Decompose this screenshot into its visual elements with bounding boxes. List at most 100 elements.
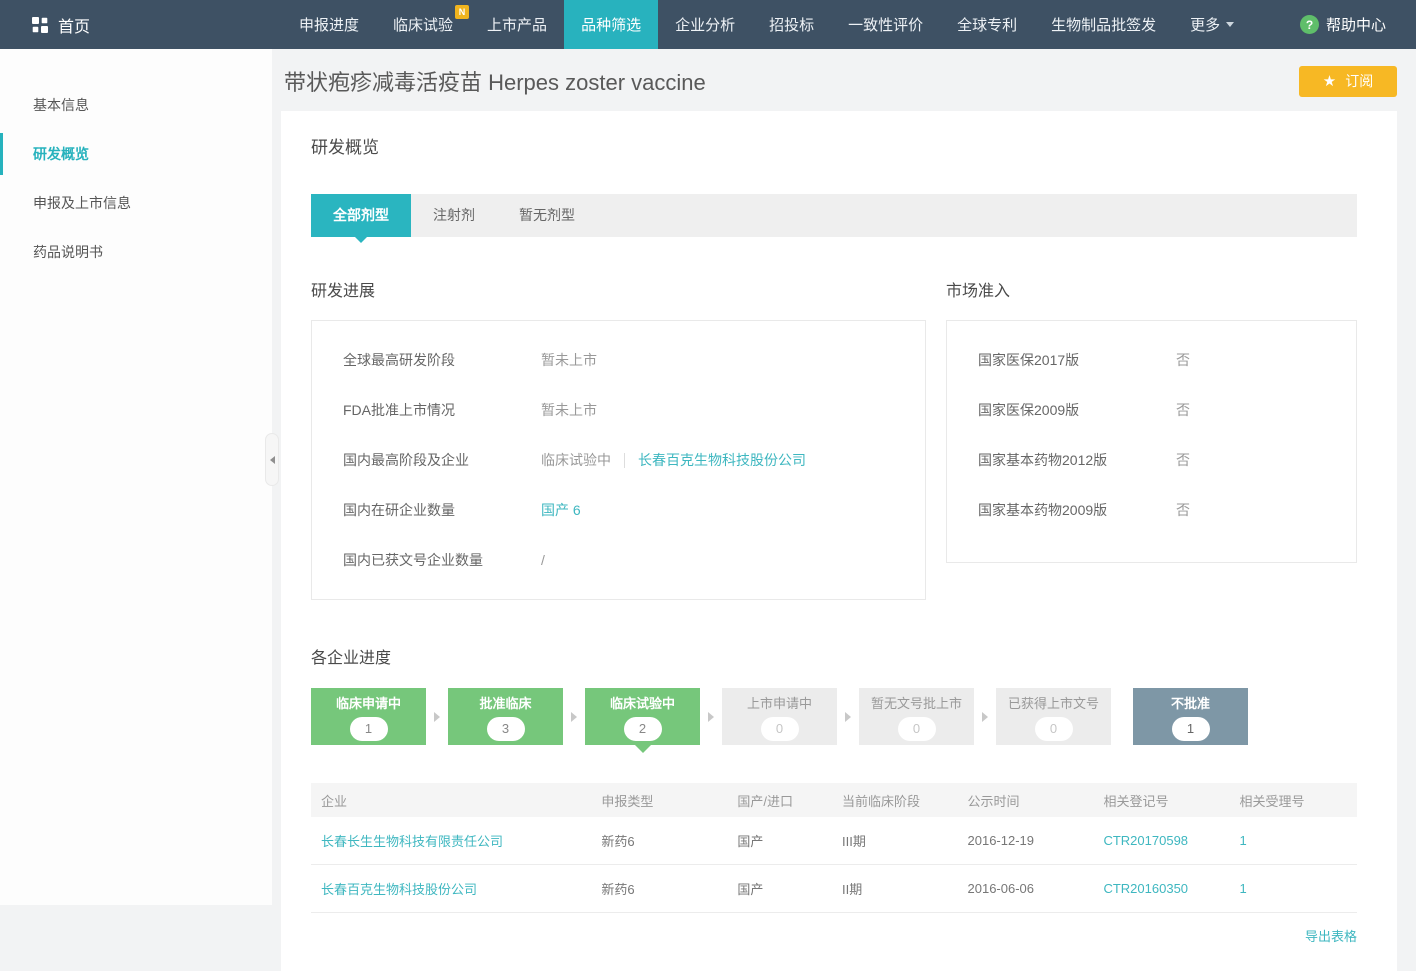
cell-origin: 国产 (729, 817, 834, 865)
info-label: 国家基本药物2012版 (978, 450, 1176, 470)
vertical-divider (624, 453, 625, 468)
tab-no-dosage-form[interactable]: 暂无剂型 (497, 194, 597, 237)
tab-all-dosage-forms[interactable]: 全部剂型 (311, 194, 411, 237)
flow-step-license-obtained[interactable]: 已获得上市文号 0 (996, 688, 1111, 745)
rd-progress-box: 全球最高研发阶段 暂未上市 FDA批准上市情况 暂未上市 国内最高阶段及企业 临… (311, 320, 926, 600)
nav-item-more[interactable]: 更多 (1173, 0, 1251, 49)
flow-step-label: 批准临床 (479, 693, 531, 712)
flow-step-label: 临床申请中 (336, 693, 401, 712)
info-label: 国内最高阶段及企业 (343, 450, 541, 470)
cell-publish-date: 2016-06-06 (960, 865, 1096, 913)
info-row: 国内已获文号企业数量 / (312, 535, 925, 585)
subscribe-button[interactable]: ★ 订阅 (1299, 66, 1397, 97)
company-link[interactable]: 长春长生生物科技有限责任公司 (321, 834, 503, 849)
help-center-label: 帮助中心 (1326, 14, 1386, 35)
company-link[interactable]: 长春百克生物科技股份公司 (321, 882, 477, 897)
flow-step-count: 0 (761, 717, 799, 741)
info-row: 国家基本药物2012版 否 (947, 435, 1356, 485)
info-row: 国家医保2017版 否 (947, 335, 1356, 385)
flow-step-count: 3 (487, 717, 525, 741)
table-row: 长春长生生物科技有限责任公司 新药6 国产 III期 2016-12-19 CT… (311, 817, 1357, 865)
flow-step-not-approved[interactable]: 不批准 1 (1133, 688, 1248, 745)
cell-declaration-type: 新药6 (593, 865, 729, 913)
col-header-clinical-phase: 当前临床阶段 (834, 783, 960, 817)
subscribe-label: 订阅 (1345, 71, 1373, 91)
help-center-button[interactable]: ? 帮助中心 (1270, 0, 1416, 49)
sidebar-item-basic-info[interactable]: 基本信息 (0, 84, 272, 126)
nav-item-declaration-progress[interactable]: 申报进度 (282, 0, 376, 49)
arrow-right-icon (845, 712, 851, 722)
info-value: 暂未上市 (541, 350, 597, 370)
flow-step-market-application[interactable]: 上市申请中 0 (722, 688, 837, 745)
flow-step-label: 临床试验中 (610, 693, 675, 712)
sidebar-item-rd-overview[interactable]: 研发概览 (0, 133, 272, 175)
info-value: 否 (1176, 400, 1190, 420)
nav-item-biologics-batch-release[interactable]: 生物制品批签发 (1034, 0, 1173, 49)
nav-item-clinical-trials-label: 临床试验 (393, 14, 453, 35)
nav-item-global-patents[interactable]: 全球专利 (940, 0, 1034, 49)
content-card: 研发概览 全部剂型 注射剂 暂无剂型 研发进展 全球最高研发阶段 暂未上市 (281, 111, 1397, 971)
nav-item-more-label: 更多 (1190, 14, 1220, 35)
arrow-right-icon (434, 712, 440, 722)
arrow-right-icon (708, 712, 714, 722)
info-row: 国内最高阶段及企业 临床试验中 长春百克生物科技股份公司 (312, 435, 925, 485)
export-table-link[interactable]: 导出表格 (1305, 929, 1357, 944)
page-title: 带状疱疹减毒活疫苗 Herpes zoster vaccine (284, 65, 706, 97)
top-navbar: 首页 申报进度 临床试验 N 上市产品 品种筛选 企业分析 招投标 一致性评价 … (0, 0, 1416, 49)
info-value: / (541, 552, 545, 568)
market-access-panel: 市场准入 国家医保2017版 否 国家医保2009版 否 国家基本药物2012版 (946, 277, 1357, 600)
info-row: FDA批准上市情况 暂未上市 (312, 385, 925, 435)
flow-step-label: 上市申请中 (747, 693, 812, 712)
company-progress-title: 各企业进度 (311, 644, 1357, 668)
col-header-acceptance-no: 相关受理号 (1231, 783, 1357, 817)
arrow-right-icon (571, 712, 577, 722)
main-content: 带状疱疹减毒活疫苗 Herpes zoster vaccine ★ 订阅 研发概… (272, 49, 1416, 905)
registration-no-link[interactable]: CTR20170598 (1103, 833, 1188, 848)
info-row: 国内在研企业数量 国产 6 (312, 485, 925, 535)
col-header-publish-date: 公示时间 (960, 783, 1096, 817)
nav-item-enterprise-analysis[interactable]: 企业分析 (658, 0, 752, 49)
tab-injection[interactable]: 注射剂 (411, 194, 497, 237)
nav-home[interactable]: 首页 (0, 0, 106, 49)
domestic-company-count-link[interactable]: 国产 6 (541, 500, 581, 520)
info-value: 否 (1176, 350, 1190, 370)
info-label: 国家基本药物2009版 (978, 500, 1176, 520)
company-link[interactable]: 长春百克生物科技股份公司 (638, 450, 806, 470)
sidebar-collapse-handle[interactable] (265, 433, 279, 486)
sidebar-item-declaration-market-info[interactable]: 申报及上市信息 (0, 182, 272, 224)
page-layout: 基本信息 研发概览 申报及上市信息 药品说明书 带状疱疹减毒活疫苗 Herpes… (0, 49, 1416, 905)
flow-step-count: 1 (1172, 717, 1210, 741)
info-value: 否 (1176, 500, 1190, 520)
info-row: 国家基本药物2009版 否 (947, 485, 1356, 535)
cell-publish-date: 2016-12-19 (960, 817, 1096, 865)
market-access-box: 国家医保2017版 否 国家医保2009版 否 国家基本药物2012版 否 (946, 320, 1357, 563)
info-label: 国家医保2009版 (978, 400, 1176, 420)
nav-item-clinical-trials[interactable]: 临床试验 N (376, 0, 470, 49)
company-progress-flow: 临床申请中 1 批准临床 3 临床试验中 2 上市申请中 0 (311, 688, 1357, 745)
info-value: 临床试验中 长春百克生物科技股份公司 (541, 450, 806, 470)
flow-step-clinical-trial-ongoing[interactable]: 临床试验中 2 (585, 688, 700, 745)
nav-item-marketed-products[interactable]: 上市产品 (470, 0, 564, 49)
flow-step-count: 0 (898, 717, 936, 741)
main-menu: 申报进度 临床试验 N 上市产品 品种筛选 企业分析 招投标 一致性评价 全球专… (282, 0, 1251, 49)
registration-no-link[interactable]: CTR20160350 (1103, 881, 1188, 896)
nav-item-consistency-evaluation[interactable]: 一致性评价 (831, 0, 940, 49)
table-header-row: 企业 申报类型 国产/进口 当前临床阶段 公示时间 相关登记号 相关受理号 (311, 783, 1357, 817)
nav-item-bidding[interactable]: 招投标 (752, 0, 831, 49)
nav-item-variety-screening[interactable]: 品种筛选 (564, 0, 658, 49)
flow-step-clinical-application[interactable]: 临床申请中 1 (311, 688, 426, 745)
question-icon: ? (1300, 15, 1319, 34)
info-label: 国内已获文号企业数量 (343, 550, 541, 570)
new-badge: N (455, 5, 469, 19)
acceptance-no-link[interactable]: 1 (1239, 881, 1246, 896)
col-header-registration-no: 相关登记号 (1095, 783, 1231, 817)
acceptance-no-link[interactable]: 1 (1239, 833, 1246, 848)
chevron-down-icon (1226, 22, 1234, 27)
sidebar-item-drug-instructions[interactable]: 药品说明书 (0, 231, 272, 273)
flow-step-approved-no-license[interactable]: 暂无文号批上市 0 (859, 688, 974, 745)
table-row: 长春百克生物科技股份公司 新药6 国产 II期 2016-06-06 CTR20… (311, 865, 1357, 913)
cell-clinical-phase: II期 (834, 865, 960, 913)
flow-step-label: 不批准 (1171, 693, 1210, 712)
flow-step-clinical-approved[interactable]: 批准临床 3 (448, 688, 563, 745)
companies-table-wrap: 企业 申报类型 国产/进口 当前临床阶段 公示时间 相关登记号 相关受理号 长春… (311, 783, 1357, 945)
